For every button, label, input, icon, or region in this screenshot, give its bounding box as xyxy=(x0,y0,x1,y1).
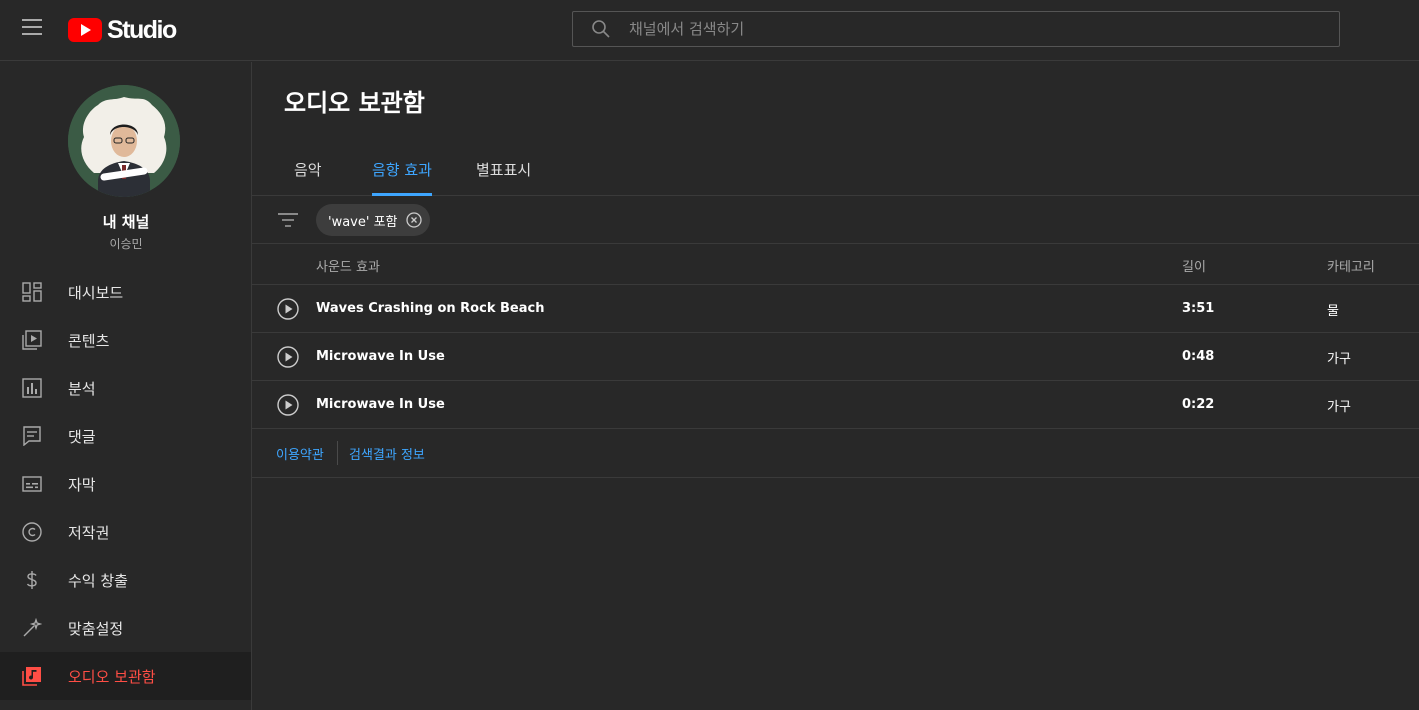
sidebar-item-copyright[interactable]: 저작권 xyxy=(0,508,251,556)
tab-music[interactable]: 음악 xyxy=(294,159,322,196)
sidebar-item-label: 콘텐츠 xyxy=(68,331,110,350)
filter-chip[interactable]: 'wave' 포함 xyxy=(316,204,430,236)
dashboard-icon xyxy=(22,282,42,302)
sidebar-item-analytics[interactable]: 분석 xyxy=(0,364,251,412)
sidebar-item-label: 대시보드 xyxy=(68,283,124,302)
sound-duration: 0:48 xyxy=(1182,349,1215,364)
sidebar-item-audio-library[interactable]: 오디오 보관함 xyxy=(0,652,251,700)
channel-owner: 이승민 xyxy=(109,237,143,251)
sound-title: Microwave In Use xyxy=(316,397,445,412)
filter-icon[interactable] xyxy=(278,212,298,228)
audio-library-icon xyxy=(22,667,41,686)
tab-sound-effects[interactable]: 음향 효과 xyxy=(372,159,432,196)
copyright-icon xyxy=(22,522,42,542)
sound-duration: 0:22 xyxy=(1182,397,1215,412)
search-box[interactable] xyxy=(572,11,1340,47)
comments-icon xyxy=(23,426,41,446)
sound-category: 물 xyxy=(1327,304,1339,319)
channel-name: 내 채널 xyxy=(102,213,150,231)
search-info-link[interactable]: 검색결과 정보 xyxy=(349,444,425,463)
tab-starred[interactable]: 별표표시 xyxy=(476,159,531,196)
play-icon[interactable] xyxy=(277,298,299,320)
analytics-icon xyxy=(22,378,42,398)
column-header-duration[interactable]: 길이 xyxy=(1182,256,1206,275)
close-icon[interactable] xyxy=(405,212,422,228)
sidebar-item-label: 수익 창출 xyxy=(68,571,128,590)
search-input[interactable] xyxy=(629,20,1289,38)
magic-wand-icon xyxy=(23,618,42,637)
sound-title: Waves Crashing on Rock Beach xyxy=(316,301,545,316)
avatar-image xyxy=(68,85,180,197)
table-row[interactable]: Microwave In Use 0:48 가구 xyxy=(252,333,1419,381)
subtitles-icon xyxy=(22,476,42,492)
filter-bar: 'wave' 포함 xyxy=(252,196,1419,244)
column-header-category[interactable]: 카테고리 xyxy=(1327,256,1375,275)
sidebar-item-label: 분석 xyxy=(68,379,96,398)
sidebar-nav: 대시보드 콘텐츠 분석 댓글 자막 저작권 수익 창출 맞춤설정 오디오 보관함 xyxy=(0,268,251,700)
dollar-icon xyxy=(26,571,37,589)
table-footer: 이용약관 검색결과 정보 xyxy=(252,429,1419,478)
page-title: 오디오 보관함 xyxy=(284,89,425,117)
sidebar-item-label: 맞춤설정 xyxy=(68,619,124,638)
sound-category: 가구 xyxy=(1327,352,1351,367)
filter-chip-label: 'wave' 포함 xyxy=(328,214,398,230)
footer-divider xyxy=(337,441,338,465)
play-icon[interactable] xyxy=(277,394,299,416)
menu-icon[interactable] xyxy=(22,19,42,37)
tab-label: 음악 xyxy=(294,161,322,179)
sidebar-item-label: 오디오 보관함 xyxy=(68,667,156,686)
sound-title: Microwave In Use xyxy=(316,349,445,364)
main-content: 오디오 보관함 음악 음향 효과 별표표시 'wave' 포함 사운드 효과 길… xyxy=(252,62,1419,710)
studio-logo[interactable]: Studio xyxy=(68,15,177,44)
sidebar-item-customization[interactable]: 맞춤설정 xyxy=(0,604,251,652)
sidebar-item-subtitles[interactable]: 자막 xyxy=(0,460,251,508)
sound-duration: 3:51 xyxy=(1182,301,1215,316)
sound-category: 가구 xyxy=(1327,400,1351,415)
sidebar: 내 채널 이승민 대시보드 콘텐츠 분석 댓글 자막 저작권 수익 창출 맞춤설… xyxy=(0,62,252,710)
sidebar-item-dashboard[interactable]: 대시보드 xyxy=(0,268,251,316)
tab-label: 별표표시 xyxy=(476,161,532,179)
content-icon xyxy=(22,330,42,350)
table-row[interactable]: Waves Crashing on Rock Beach 3:51 물 xyxy=(252,285,1419,333)
play-icon[interactable] xyxy=(277,346,299,368)
sidebar-item-label: 댓글 xyxy=(68,427,96,446)
terms-link[interactable]: 이용약관 xyxy=(276,444,324,463)
table-header: 사운드 효과 길이 카테고리 xyxy=(252,244,1419,285)
avatar[interactable] xyxy=(68,85,180,197)
youtube-logo-icon xyxy=(68,18,102,42)
sidebar-item-comments[interactable]: 댓글 xyxy=(0,412,251,460)
table-row[interactable]: Microwave In Use 0:22 가구 xyxy=(252,381,1419,429)
search-icon xyxy=(592,20,610,38)
column-header-name[interactable]: 사운드 효과 xyxy=(316,256,380,275)
logo-text: Studio xyxy=(107,15,177,44)
sidebar-item-monetization[interactable]: 수익 창출 xyxy=(0,556,251,604)
sidebar-item-label: 저작권 xyxy=(68,523,110,542)
sidebar-item-label: 자막 xyxy=(68,475,96,494)
tab-bar: 음악 음향 효과 별표표시 xyxy=(252,154,1419,196)
sidebar-item-content[interactable]: 콘텐츠 xyxy=(0,316,251,364)
top-bar: Studio xyxy=(0,0,1419,61)
tab-label: 음향 효과 xyxy=(372,161,432,179)
